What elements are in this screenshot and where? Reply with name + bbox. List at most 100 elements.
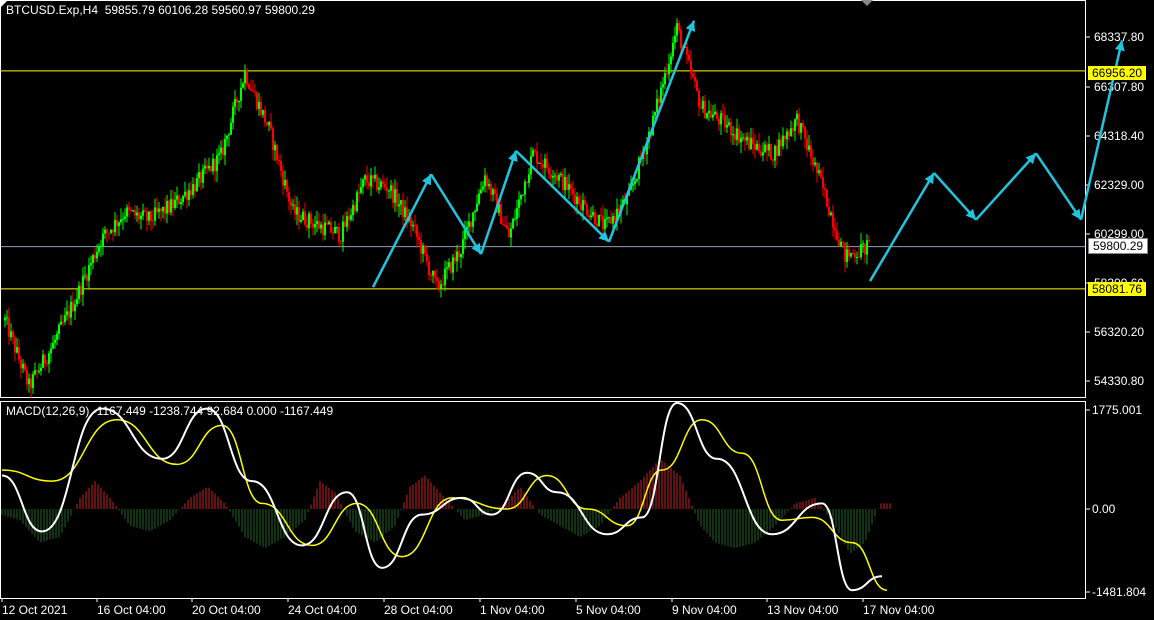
time-axis: 12 Oct 2021 16 Oct 04:00 20 Oct 04:00 24 Oc… [1,598,935,617]
candle-body [754,144,756,150]
candle-body [540,162,542,165]
candle-body [770,143,772,160]
candle-body [384,183,386,188]
candle-body [256,92,258,109]
time-tick-label: 5 Nov 04:00 [576,603,641,617]
candle-body [790,128,792,136]
candle-body [62,321,64,323]
candle-body [84,275,86,277]
candle-body [828,206,830,216]
candle-body [478,193,480,204]
ohlc-label: 59855.79 60106.28 59560.97 59800.29 [104,3,315,17]
forecast-arrow-line [975,152,1037,221]
candle-body [320,224,322,229]
candle-body [226,135,228,140]
price-tick-label: 68337.80 [1094,30,1144,44]
candle-body [462,239,464,254]
chart-shift-marker-icon[interactable] [861,0,873,6]
candle-body [762,152,764,156]
candle-body [182,195,184,202]
candle-body [154,207,156,221]
candle-body [232,106,234,123]
candle-body [780,139,782,147]
candle-body [508,228,510,238]
candle-body [720,113,722,125]
candle-body [334,226,336,234]
candle-body [82,276,84,295]
candle-body [800,123,802,133]
candle-body [656,98,658,112]
candle-body [208,165,210,169]
candle-body [750,138,752,150]
candle-body [392,185,394,203]
candle-body [776,145,778,156]
candle-body [506,225,508,229]
candle-body [596,224,598,227]
candle-body [614,215,616,221]
candle-body [582,200,584,211]
candle-body [340,241,342,243]
candle-body [346,216,348,227]
candle-body [176,195,178,200]
candle-body [40,367,42,371]
candle-body [456,251,458,262]
candle-body [292,204,294,206]
candle-body [836,230,838,240]
candle-body [524,181,526,195]
candle-body [600,214,602,217]
candle-body [698,90,700,108]
price-tick-label: 66307.80 [1094,80,1144,94]
candle-body [448,262,450,268]
candle-body [514,218,516,220]
candle-body [814,162,816,165]
candle-body [250,88,252,91]
candle-body [834,227,836,231]
candle-body [588,215,590,218]
candle-body [218,153,220,156]
candle-body [612,215,614,224]
candle-body [26,370,28,385]
candle-body [158,208,160,212]
candle-body [150,211,152,221]
candle-body [714,111,716,115]
candle-body [584,200,586,205]
candle-body [816,162,818,173]
candle-body [106,229,108,233]
candle-body [542,164,544,168]
candle-body [242,83,244,88]
candle-body [520,194,522,200]
candle-body [854,253,856,258]
candle-body [502,223,504,225]
candle-body [24,363,26,371]
candle-body [774,145,776,161]
candle-body [458,251,460,258]
candle-body [38,370,40,372]
candle-body [732,133,734,136]
candle-body [100,245,102,247]
candle-body [306,224,308,228]
candle-body [66,311,68,316]
candle-body [370,175,372,187]
candle-body [192,184,194,195]
candle-body [264,109,266,123]
candle-body [560,173,562,176]
candle-body [742,137,744,139]
forecast-arrow-line [868,172,936,282]
candle-body [554,175,556,177]
candle-body [556,175,558,181]
price-chart-canvas[interactable]: 68337.8066307.8064318.4062329.0060299.00… [0,0,1154,620]
candle-body [644,153,646,155]
candle-body [382,181,384,184]
candle-body [676,23,678,36]
candle-body [546,158,548,169]
candle-body [786,131,788,140]
candle-body [116,219,118,227]
candle-body [132,210,134,212]
candle-body [80,285,82,295]
candle-body [360,187,362,193]
current-price-tag: 59800.29 [1088,238,1149,254]
candle-body [444,268,446,286]
candle-body [236,98,238,103]
candle-body [410,216,412,227]
candle-body [68,311,70,318]
